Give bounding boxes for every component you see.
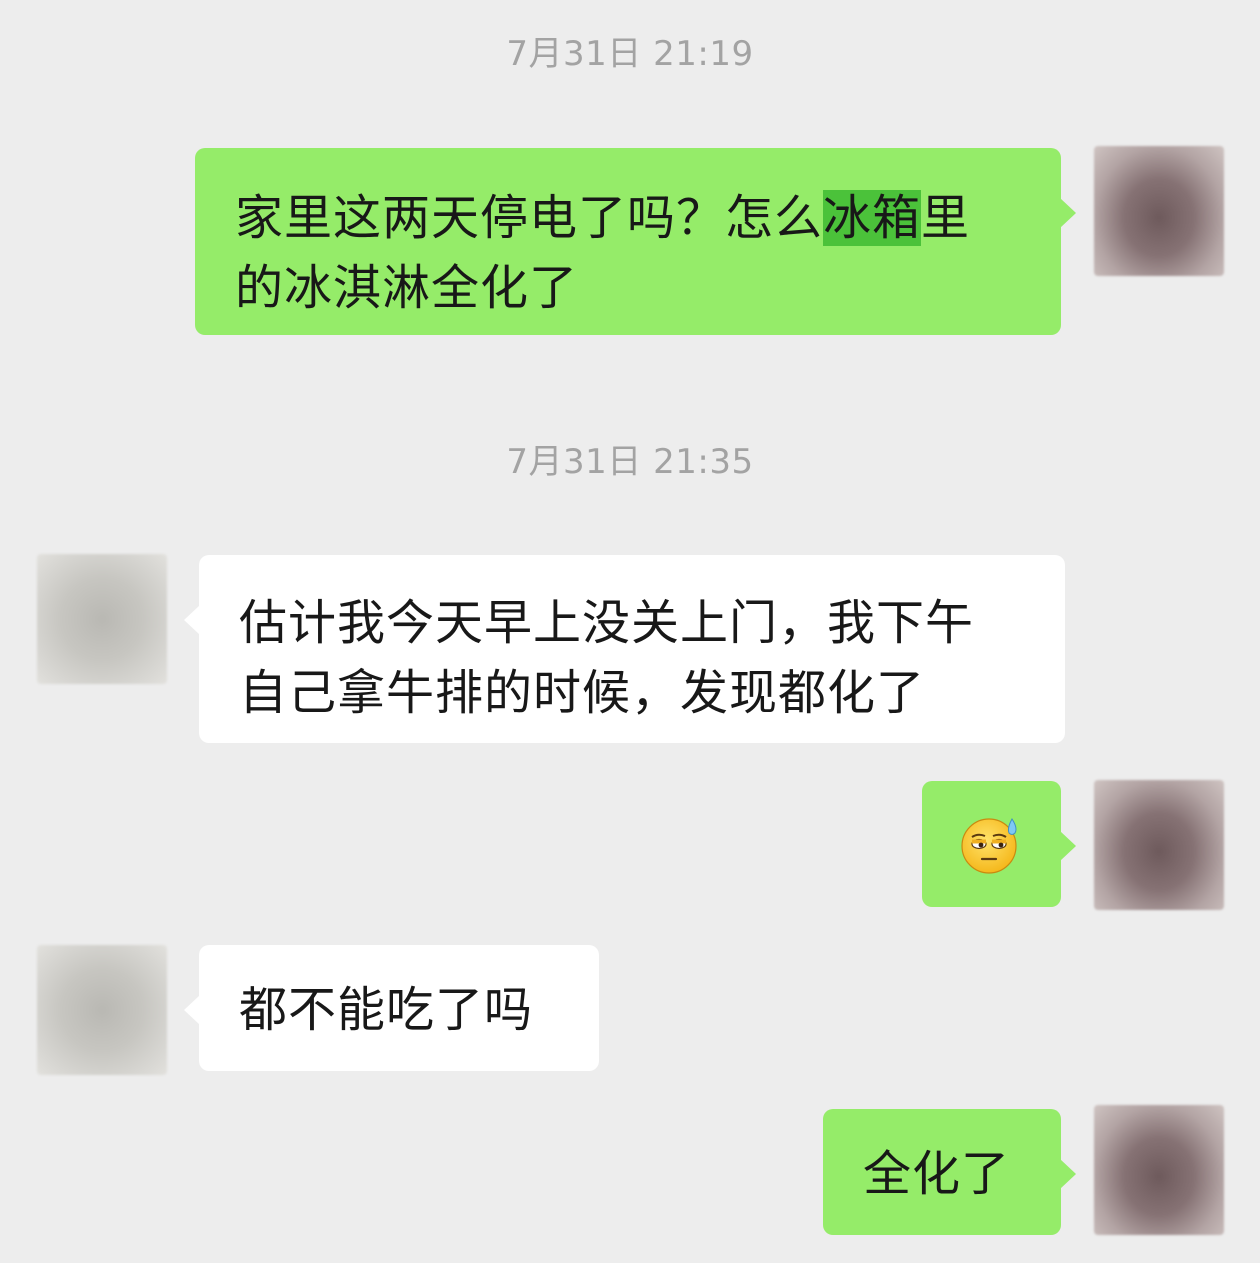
sweat-emoji-icon	[961, 818, 1017, 874]
message-bubble-outgoing[interactable]: 全化了	[823, 1109, 1076, 1235]
message-text: 家里这两天停电了吗？怎么	[235, 190, 824, 246]
message-text: 里	[921, 190, 971, 246]
my-avatar[interactable]	[1094, 780, 1224, 910]
message-text-line: 的冰淇淋全化了	[235, 260, 579, 316]
message-bubble-outgoing[interactable]: 家里这两天停电了吗？怎么冰箱里 的冰淇淋全化了	[195, 148, 1076, 335]
timestamp: 7月31日 21:35	[506, 442, 754, 482]
contact-avatar[interactable]	[37, 945, 167, 1075]
my-avatar[interactable]	[1094, 146, 1224, 276]
contact-avatar[interactable]	[37, 554, 167, 684]
chat-view: 7月31日 21:19 家里这两天停电了吗？怎么冰箱里 的冰淇淋全化了 7月31…	[0, 0, 1260, 1263]
my-avatar[interactable]	[1094, 1105, 1224, 1235]
message-bubble-incoming[interactable]: 估计我今天早上没关上门，我下午 自己拿牛排的时候，发现都化了	[184, 555, 1065, 743]
selected-text[interactable]: 冰箱	[823, 190, 922, 246]
timestamp: 7月31日 21:19	[506, 34, 754, 74]
message-text: 全化了	[863, 1146, 1011, 1202]
message-text: 都不能吃了吗	[239, 982, 534, 1038]
message-text-line: 估计我今天早上没关上门，我下午	[239, 595, 975, 651]
message-bubble-incoming[interactable]: 都不能吃了吗	[184, 945, 599, 1071]
message-bubble-outgoing[interactable]	[922, 781, 1076, 907]
message-text-line: 自己拿牛排的时候，发现都化了	[239, 665, 926, 721]
message-text-line: 家里这两天停电了吗？怎么冰箱里	[235, 183, 1023, 253]
